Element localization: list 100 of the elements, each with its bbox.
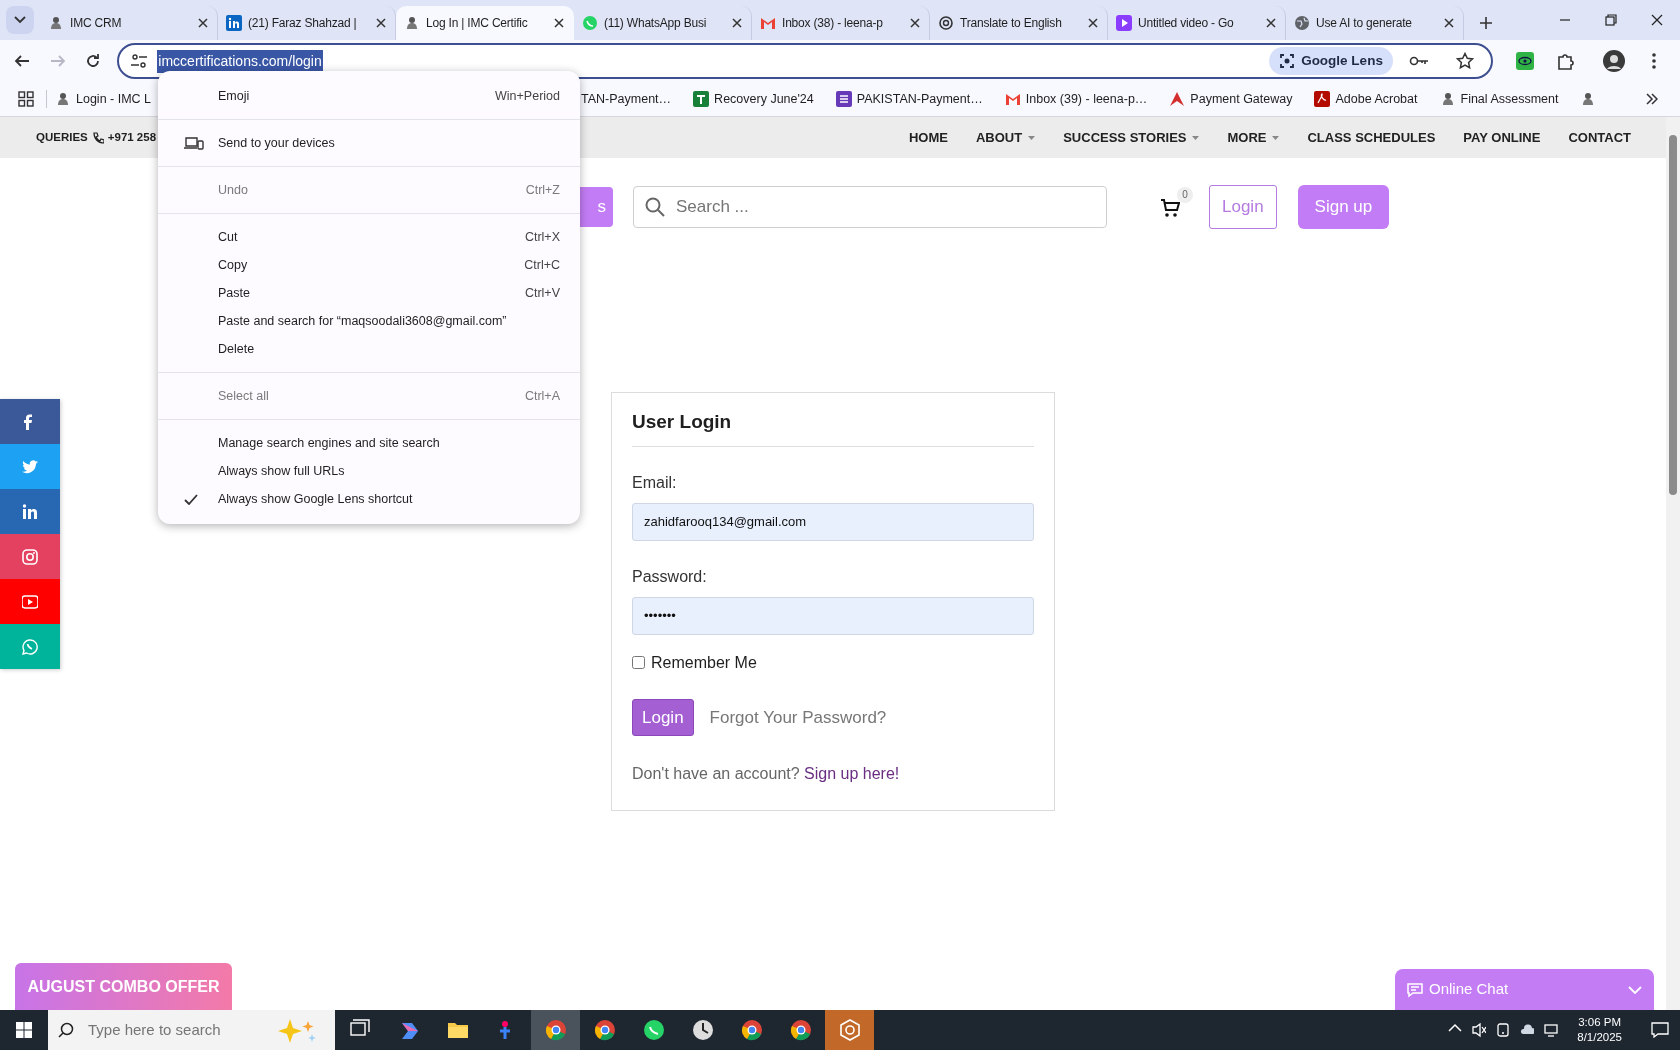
menu-item[interactable]: Always show Google Lens shortcut	[158, 485, 580, 513]
signup-prompt: Don't have an account? Sign up here!	[632, 764, 901, 785]
close-icon	[732, 18, 742, 28]
close-icon	[554, 18, 564, 28]
back-arrow-icon	[13, 53, 30, 69]
mountain-icon	[1169, 91, 1186, 107]
menu-item[interactable]: Manage search engines and site search	[158, 429, 580, 457]
taskbar-search-field[interactable]: Type here to search	[48, 1010, 335, 1050]
document-icon	[1314, 91, 1331, 107]
nav-link[interactable]: MORE	[1227, 127, 1280, 148]
forward-arrow-icon	[49, 53, 66, 69]
chevron-down-icon	[14, 16, 26, 24]
scrollbar[interactable]	[1666, 117, 1680, 1010]
speaker-muted-icon	[1472, 1022, 1487, 1038]
social-share-button[interactable]	[0, 489, 60, 534]
menu-item[interactable]: Paste and search for “maqsoodali3608@gmail.com”	[158, 307, 580, 335]
more-vertical-icon	[1652, 53, 1657, 69]
queries-label: QUERIES	[36, 129, 88, 145]
social-share-button[interactable]	[0, 444, 60, 489]
cart-count-badge: 0	[1177, 187, 1193, 203]
forgot-password-link[interactable]: Forgot Your Password?	[709, 704, 887, 731]
m-envelope-icon	[1004, 91, 1021, 107]
field-label: Password:	[632, 566, 708, 587]
bookmark[interactable]: Adobe Acrobat	[1314, 89, 1418, 109]
nav-link[interactable]: PAY ONLINE	[1463, 127, 1541, 148]
avatar-icon	[1603, 50, 1626, 72]
taskbar-search-input[interactable]: Type here to search	[86, 1017, 256, 1043]
bookmark[interactable]: TAN-Payment…	[581, 89, 672, 109]
caret-down-icon	[1028, 135, 1036, 140]
camera-lens-icon	[1279, 53, 1296, 69]
play-icon	[22, 593, 38, 610]
bookmark[interactable]: Payment Gateway	[1169, 89, 1293, 109]
restore-icon	[1605, 14, 1617, 26]
google-lens-chip[interactable]: Google Lens	[1269, 46, 1393, 76]
tab-title: Untitled video - Go	[1138, 15, 1235, 32]
email-field[interactable]: zahidfarooq134@gmail.com	[632, 502, 1034, 541]
reload-icon	[85, 53, 102, 69]
tab-title: IMC CRM	[70, 15, 123, 32]
nav-link[interactable]: ABOUT	[975, 127, 1036, 148]
four-squares-icon	[16, 1022, 32, 1038]
laptop-phone-icon	[184, 136, 204, 150]
browser-icon	[593, 1019, 616, 1041]
clock-time: 3:06 PM	[1578, 1015, 1622, 1030]
chevron-down-icon	[1628, 985, 1642, 994]
sheet-icon	[693, 91, 710, 107]
clock-date: 8/1/2025	[1577, 1030, 1622, 1045]
bookmark[interactable]: Inbox (39) - leena-p…	[1004, 89, 1148, 109]
remember-checkbox[interactable]	[632, 656, 645, 670]
key-icon	[1408, 55, 1429, 67]
tab-title: (21) Faraz Shahzad |	[248, 15, 358, 32]
submit-login-button[interactable]: Login	[632, 698, 694, 737]
social-share-button[interactable]	[0, 399, 60, 444]
tab-list-button[interactable]	[6, 6, 34, 34]
nav-link[interactable]: CLASS SCHEDULES	[1307, 127, 1436, 148]
close-icon	[1651, 14, 1663, 26]
in-logo-icon	[226, 15, 242, 31]
bookmark[interactable]: Final Assessment	[1439, 89, 1559, 109]
caret-down-icon	[1272, 135, 1280, 140]
bookmark[interactable]: Recovery June'24	[693, 89, 814, 109]
address-bar[interactable]: imccertifications.com/login Google Lens	[117, 43, 1493, 79]
search-field[interactable]: Search ...	[633, 185, 1107, 228]
menu-item[interactable]: Always show full URLs	[158, 457, 580, 485]
password-field[interactable]: •••••••	[632, 596, 1034, 635]
close-icon	[1266, 18, 1276, 28]
sign-up-link[interactable]: Sign up here!	[804, 765, 900, 783]
menu-item[interactable]: Delete	[158, 335, 580, 363]
phone-bubble-icon	[22, 638, 38, 655]
close-icon	[376, 18, 386, 28]
tune-icon	[131, 54, 148, 68]
nav-link[interactable]: SUCCESS STORIES	[1063, 127, 1200, 148]
menu-item[interactable]: Copy Ctrl+C	[158, 251, 580, 279]
menu-item[interactable]: Send to your devices	[158, 129, 580, 157]
scrollbar-thumb[interactable]	[1669, 135, 1677, 495]
double-chevron-icon	[1646, 93, 1658, 105]
menu-item[interactable]: Emoji Win+Period	[158, 82, 580, 110]
bird-icon	[22, 458, 38, 475]
browser-tab[interactable]: Log In | IMC Certific	[396, 6, 574, 40]
speech-bubble-icon	[1651, 1022, 1669, 1038]
tab-title: Translate to English	[960, 15, 1063, 32]
menu-item[interactable]: Paste Ctrl+V	[158, 279, 580, 307]
eye-square-icon	[1515, 52, 1534, 70]
checkbox-label: Remember Me	[651, 652, 757, 673]
tab-title: Log In | IMC Certific	[426, 15, 529, 32]
nav-link[interactable]: HOME	[908, 127, 948, 148]
close-icon	[1088, 18, 1098, 28]
menu-item[interactable]: Cut Ctrl+X	[158, 223, 580, 251]
social-share-button[interactable]	[0, 534, 60, 579]
chat-bubble-icon	[642, 1019, 665, 1041]
star-icon	[1455, 52, 1474, 70]
checkmark-icon	[184, 493, 198, 505]
bookmark[interactable]: PAKISTAN-Payment…	[835, 89, 983, 109]
bookmark[interactable]: Login - IMC L	[55, 89, 152, 109]
m-envelope-icon	[760, 15, 776, 31]
nav-link[interactable]: CONTACT	[1568, 127, 1631, 148]
camera-icon	[22, 548, 38, 565]
play-square-icon	[1116, 15, 1132, 31]
tab-title: (11) WhatsApp Busi	[604, 15, 708, 32]
puzzle-icon	[1555, 52, 1574, 70]
monitor-icon	[1544, 1022, 1559, 1038]
field-label: Email:	[632, 472, 678, 493]
